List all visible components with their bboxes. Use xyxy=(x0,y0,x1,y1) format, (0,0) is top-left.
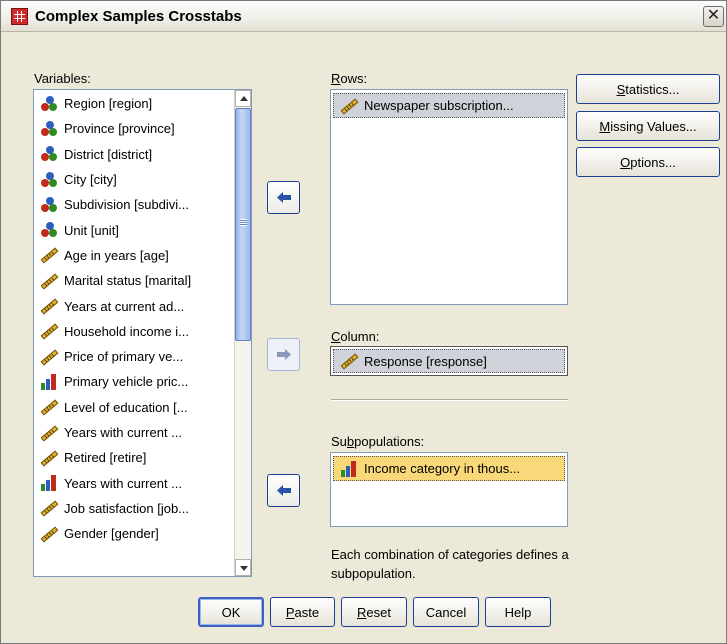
variable-item[interactable]: Job satisfaction [job... xyxy=(34,496,251,521)
window-title: Complex Samples Crosstabs xyxy=(35,8,242,25)
variable-item[interactable]: City [city] xyxy=(34,167,251,192)
ordinal-measure-icon xyxy=(40,373,58,391)
arrow-left-icon xyxy=(276,191,291,203)
nominal-measure-icon xyxy=(40,95,58,113)
variable-item-label: Job satisfaction [job... xyxy=(64,500,190,516)
variable-item-label: District [district] xyxy=(64,146,153,162)
move-to-column-button[interactable] xyxy=(267,338,300,371)
variable-item-label: Province [province] xyxy=(64,121,175,137)
dialog-window: Complex Samples Crosstabs ✕ Variables: R… xyxy=(0,0,727,644)
close-button[interactable]: ✕ xyxy=(703,6,724,27)
column-item-label: Response [response] xyxy=(364,353,487,369)
variable-item[interactable]: Province [province] xyxy=(34,116,251,141)
statistics-button[interactable]: Statistics... xyxy=(576,74,720,104)
variable-item[interactable]: Age in years [age] xyxy=(34,243,251,268)
scale-measure-icon xyxy=(340,352,359,370)
nominal-measure-icon xyxy=(40,145,58,163)
variables-label: Variables: xyxy=(34,71,91,86)
move-to-subpopulations-button[interactable] xyxy=(267,474,300,507)
variable-item[interactable]: Region [region] xyxy=(34,91,251,116)
nominal-measure-icon xyxy=(40,120,58,138)
column-field[interactable]: Response [response] xyxy=(330,346,568,376)
variable-item-label: Unit [unit] xyxy=(64,222,119,238)
variable-item-label: Primary vehicle pric... xyxy=(64,374,189,390)
rows-item[interactable]: Newspaper subscription... xyxy=(333,93,565,119)
subpopulation-item-label: Income category in thous... xyxy=(364,461,521,477)
variable-item[interactable]: Marital status [marital] xyxy=(34,268,251,293)
scroll-up-arrow-icon[interactable] xyxy=(235,90,251,107)
variable-item-label: Years at current ad... xyxy=(64,298,185,314)
scale-measure-icon xyxy=(340,97,359,115)
variable-item-label: Level of education [... xyxy=(64,399,188,415)
variable-item-label: Years with current ... xyxy=(64,425,183,440)
rows-label: Rows: xyxy=(331,71,368,86)
scale-measure-icon xyxy=(40,525,59,543)
column-label: Column: xyxy=(331,329,380,344)
scale-measure-icon xyxy=(40,246,59,264)
ordinal-measure-icon xyxy=(40,474,58,492)
variable-item[interactable]: Years at current ad... xyxy=(34,293,251,318)
scale-measure-icon xyxy=(40,499,59,517)
variable-item-label: Years with current ... xyxy=(64,475,183,491)
scale-measure-icon xyxy=(40,297,59,315)
variable-item-label: Household income i... xyxy=(64,323,190,339)
variable-item-label: Age in years [age] xyxy=(64,247,169,263)
separator xyxy=(331,399,568,401)
variable-item-label: Subdivision [subdivi... xyxy=(64,197,190,213)
variable-item[interactable]: Level of education [... xyxy=(34,395,251,420)
title-bar[interactable]: Complex Samples Crosstabs ✕ xyxy=(1,1,726,32)
subpopulation-item[interactable]: Income category in thous... xyxy=(333,456,565,482)
scale-measure-icon xyxy=(40,272,59,290)
scale-measure-icon xyxy=(40,424,59,442)
move-to-rows-button[interactable] xyxy=(267,181,300,214)
variable-item[interactable]: Years with current ... xyxy=(34,470,251,495)
paste-button[interactable]: Paste xyxy=(270,597,335,627)
rows-item-label: Newspaper subscription... xyxy=(364,98,514,114)
scroll-down-arrow-icon[interactable] xyxy=(235,559,251,576)
subpopulations-list[interactable]: Income category in thous... xyxy=(330,452,568,527)
variable-item-label: Region [region] xyxy=(64,96,153,112)
variable-item-label: Price of primary ve... xyxy=(64,349,184,365)
subpopulation-note: Each combination of categories defines a… xyxy=(331,547,569,581)
variable-item-label: Gender [gender] xyxy=(64,526,159,542)
variable-item[interactable]: Household income i... xyxy=(34,319,251,344)
nominal-measure-icon xyxy=(40,171,58,189)
crosstabs-app-icon xyxy=(11,8,28,25)
variables-scrollbar[interactable] xyxy=(234,90,251,576)
variables-list[interactable]: Region [region] Province [province] Distri… xyxy=(33,89,252,577)
ok-button[interactable]: OK xyxy=(198,597,264,627)
ordinal-measure-icon xyxy=(340,460,358,478)
column-item[interactable]: Response [response] xyxy=(333,349,565,373)
variable-item[interactable]: Gender [gender] xyxy=(34,521,251,546)
variable-item-label: Retired [retire] xyxy=(64,450,147,466)
variable-item-label: City [city] xyxy=(64,172,117,188)
variable-item[interactable]: District [district] xyxy=(34,142,251,167)
scale-measure-icon xyxy=(40,322,59,340)
cancel-button[interactable]: Cancel xyxy=(413,597,479,627)
variable-item[interactable]: Primary vehicle pric... xyxy=(34,369,251,394)
variable-item-label: Marital status [marital] xyxy=(64,273,192,289)
rows-list[interactable]: Newspaper subscription... xyxy=(330,89,568,305)
subpopulations-label: Subpopulations: xyxy=(331,434,425,449)
scale-measure-icon xyxy=(40,348,59,366)
variable-item[interactable]: Price of primary ve... xyxy=(34,344,251,369)
nominal-measure-icon xyxy=(40,221,58,239)
scale-measure-icon xyxy=(40,449,59,467)
options-button[interactable]: Options... xyxy=(576,147,720,177)
arrow-left-icon xyxy=(276,484,291,496)
variable-item[interactable]: Subdivision [subdivi... xyxy=(34,192,251,217)
scroll-thumb[interactable] xyxy=(235,108,251,341)
nominal-measure-icon xyxy=(40,196,58,214)
arrow-right-icon xyxy=(276,348,291,360)
scale-measure-icon xyxy=(40,398,59,416)
variable-item[interactable]: Years with current ... xyxy=(34,420,251,445)
variable-item[interactable]: Unit [unit] xyxy=(34,217,251,242)
help-button[interactable]: Help xyxy=(485,597,551,627)
reset-button[interactable]: Reset xyxy=(341,597,407,627)
variable-item[interactable]: Retired [retire] xyxy=(34,445,251,470)
missing-values-button[interactable]: Missing Values... xyxy=(576,111,720,141)
